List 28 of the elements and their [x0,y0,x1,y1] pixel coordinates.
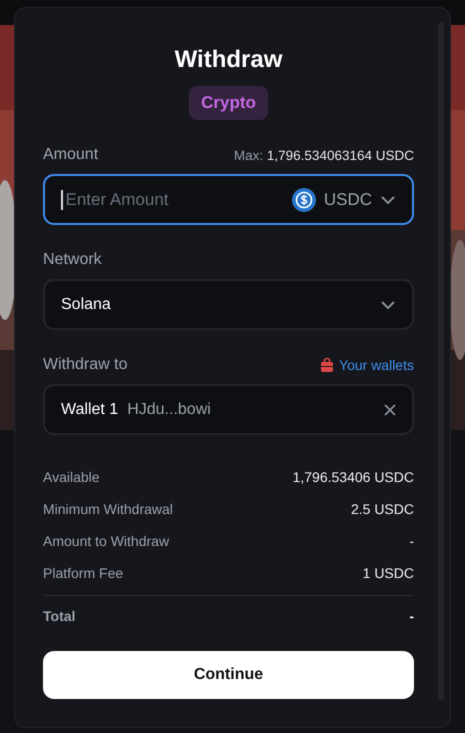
summary-label: Available [43,469,100,485]
summary-value: - [409,533,414,549]
max-amount: Max: 1,796.534063164 USDC [234,148,414,162]
summary-value: - [409,608,414,624]
coin-icon [292,188,316,212]
summary-label: Minimum Withdrawal [43,501,173,517]
summary-value: 1 USDC [362,565,414,581]
withdraw-to-label: Withdraw to [43,356,128,374]
chevron-down-icon [380,300,396,310]
amount-field[interactable]: Enter Amount USDC [43,174,414,225]
currency-selector[interactable]: USDC [292,188,396,212]
summary-label: Platform Fee [43,565,124,581]
network-select[interactable]: Solana [43,279,414,330]
close-icon[interactable] [384,404,396,416]
your-wallets-link[interactable]: Your wallets [321,357,414,373]
network-label: Network [43,251,102,269]
wallet-icon [321,358,334,372]
wallet-field[interactable]: Wallet 1 HJdu...bowi [43,384,414,435]
summary-value: 2.5 USDC [350,501,414,517]
amount-label: Amount [43,146,98,164]
crypto-badge: Crypto [189,86,268,120]
chevron-down-icon [380,194,396,204]
summary-label: Amount to Withdraw [43,533,170,549]
dialog-title: Withdraw [174,46,284,74]
summary-value: 1,796.53406 USDC [292,469,414,485]
summary-label: Total [43,608,76,624]
continue-button[interactable]: Continue [43,651,414,699]
text-cursor [61,190,62,210]
